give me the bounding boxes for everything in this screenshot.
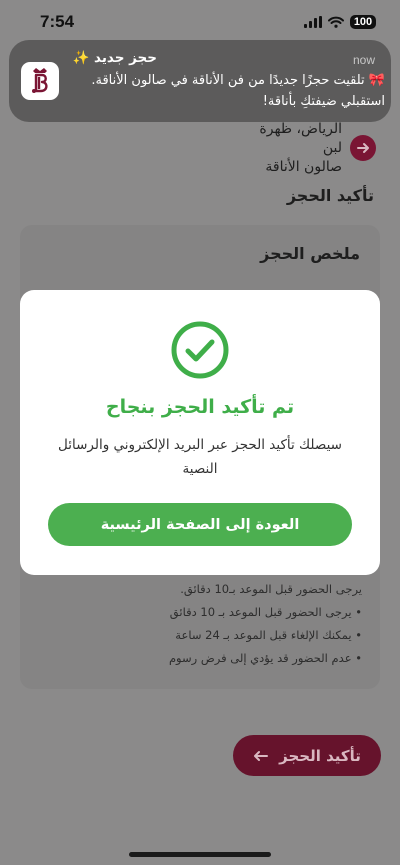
confirm-booking-label: تأكيد الحجز [279,746,361,765]
note-line: • يرجى الحضور قبل الموعد بـ 10 دقائق [169,605,362,619]
arrow-left-icon [254,750,269,761]
check-circle-icon [171,321,229,379]
confirm-booking-button[interactable]: تأكيد الحجز [233,735,381,776]
notification-title: حجز جديد ✨ [72,50,157,66]
arrow-right-icon[interactable] [350,135,376,161]
notification-banner[interactable]: حجز جديد ✨ now 🎀 تلقيت حجزًا جديدًا من ف… [9,40,391,122]
location-address: الرياض، ظهرة لبن [259,120,342,156]
notification-time: now [352,53,375,67]
booking-notes: يرجى الحضور قبل الموعد بـ10 دقائق. • يرج… [42,578,362,670]
status-bar: 7:54 100 [0,0,400,44]
location-text: الرياض، ظهرة لبن صالون الأناقة [236,120,342,177]
home-indicator[interactable] [129,852,271,857]
salon-logo-icon [21,62,59,100]
location-salon-name: صالون الأناقة [265,158,342,175]
note-line: • يمكنك الإلغاء قبل الموعد بـ 24 ساعة [175,628,362,642]
note-line: • عدم الحضور قد يؤدي إلى فرض رسوم [168,651,362,665]
notification-body: 🎀 تلقيت حجزًا جديدًا من فن الأناقة في صا… [91,73,385,109]
location-row[interactable]: الرياض، ظهرة لبن صالون الأناقة [236,121,376,175]
note-line: يرجى الحضور قبل الموعد بـ10 دقائق. [180,582,362,596]
signal-icon [304,16,322,28]
dialog-title: تم تأكيد الحجز بنجاح [105,396,295,418]
dialog-message: سيصلك تأكيد الحجز عبر البريد الإلكتروني … [57,437,342,477]
status-time: 7:54 [40,12,75,31]
summary-title: ملخص الحجز [260,244,360,263]
page-title: تأكيد الحجز [286,186,374,205]
back-to-home-button[interactable]: العودة إلى الصفحة الرئيسية [48,503,352,546]
battery-indicator: 100 [350,15,376,29]
wifi-icon [328,16,344,28]
status-icons: 100 [304,15,376,29]
